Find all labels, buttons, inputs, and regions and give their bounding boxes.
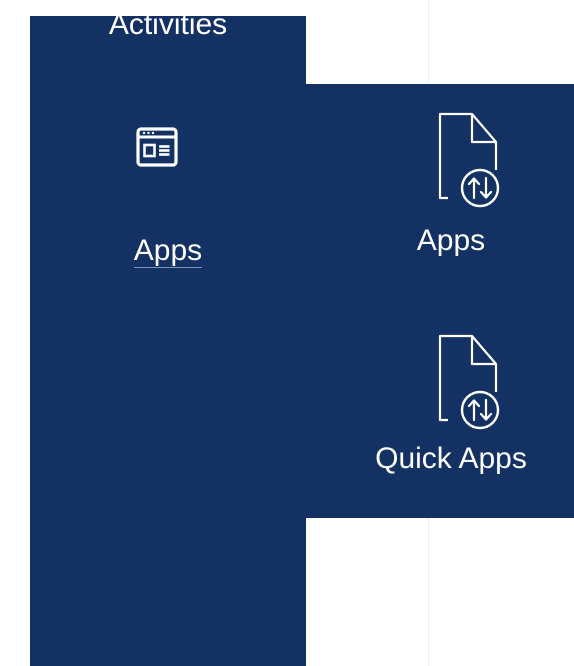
page: Activities Apps Apps Quick Apps [0,0,574,666]
sidebar: Activities Apps [30,10,306,666]
sidebar-item-label: Apps [133,234,203,268]
sidebar-item-label: Activities [108,10,228,40]
app-window-icon [136,127,178,167]
document-transfer-icon [438,334,500,430]
sidebar-item-label-wrap: Apps [30,234,306,268]
flyout-item-apps[interactable]: Apps [306,112,574,262]
flyout-item-label: Apps [416,224,486,257]
apps-flyout-menu: Apps Quick Apps [306,84,574,518]
flyout-item-label: Quick Apps [375,442,527,475]
sidebar-item-apps[interactable]: Apps [30,106,306,276]
document-transfer-icon [438,112,500,208]
sidebar-item-activities[interactable]: Activities [30,10,306,40]
flyout-item-quick-apps[interactable]: Quick Apps [306,334,574,484]
